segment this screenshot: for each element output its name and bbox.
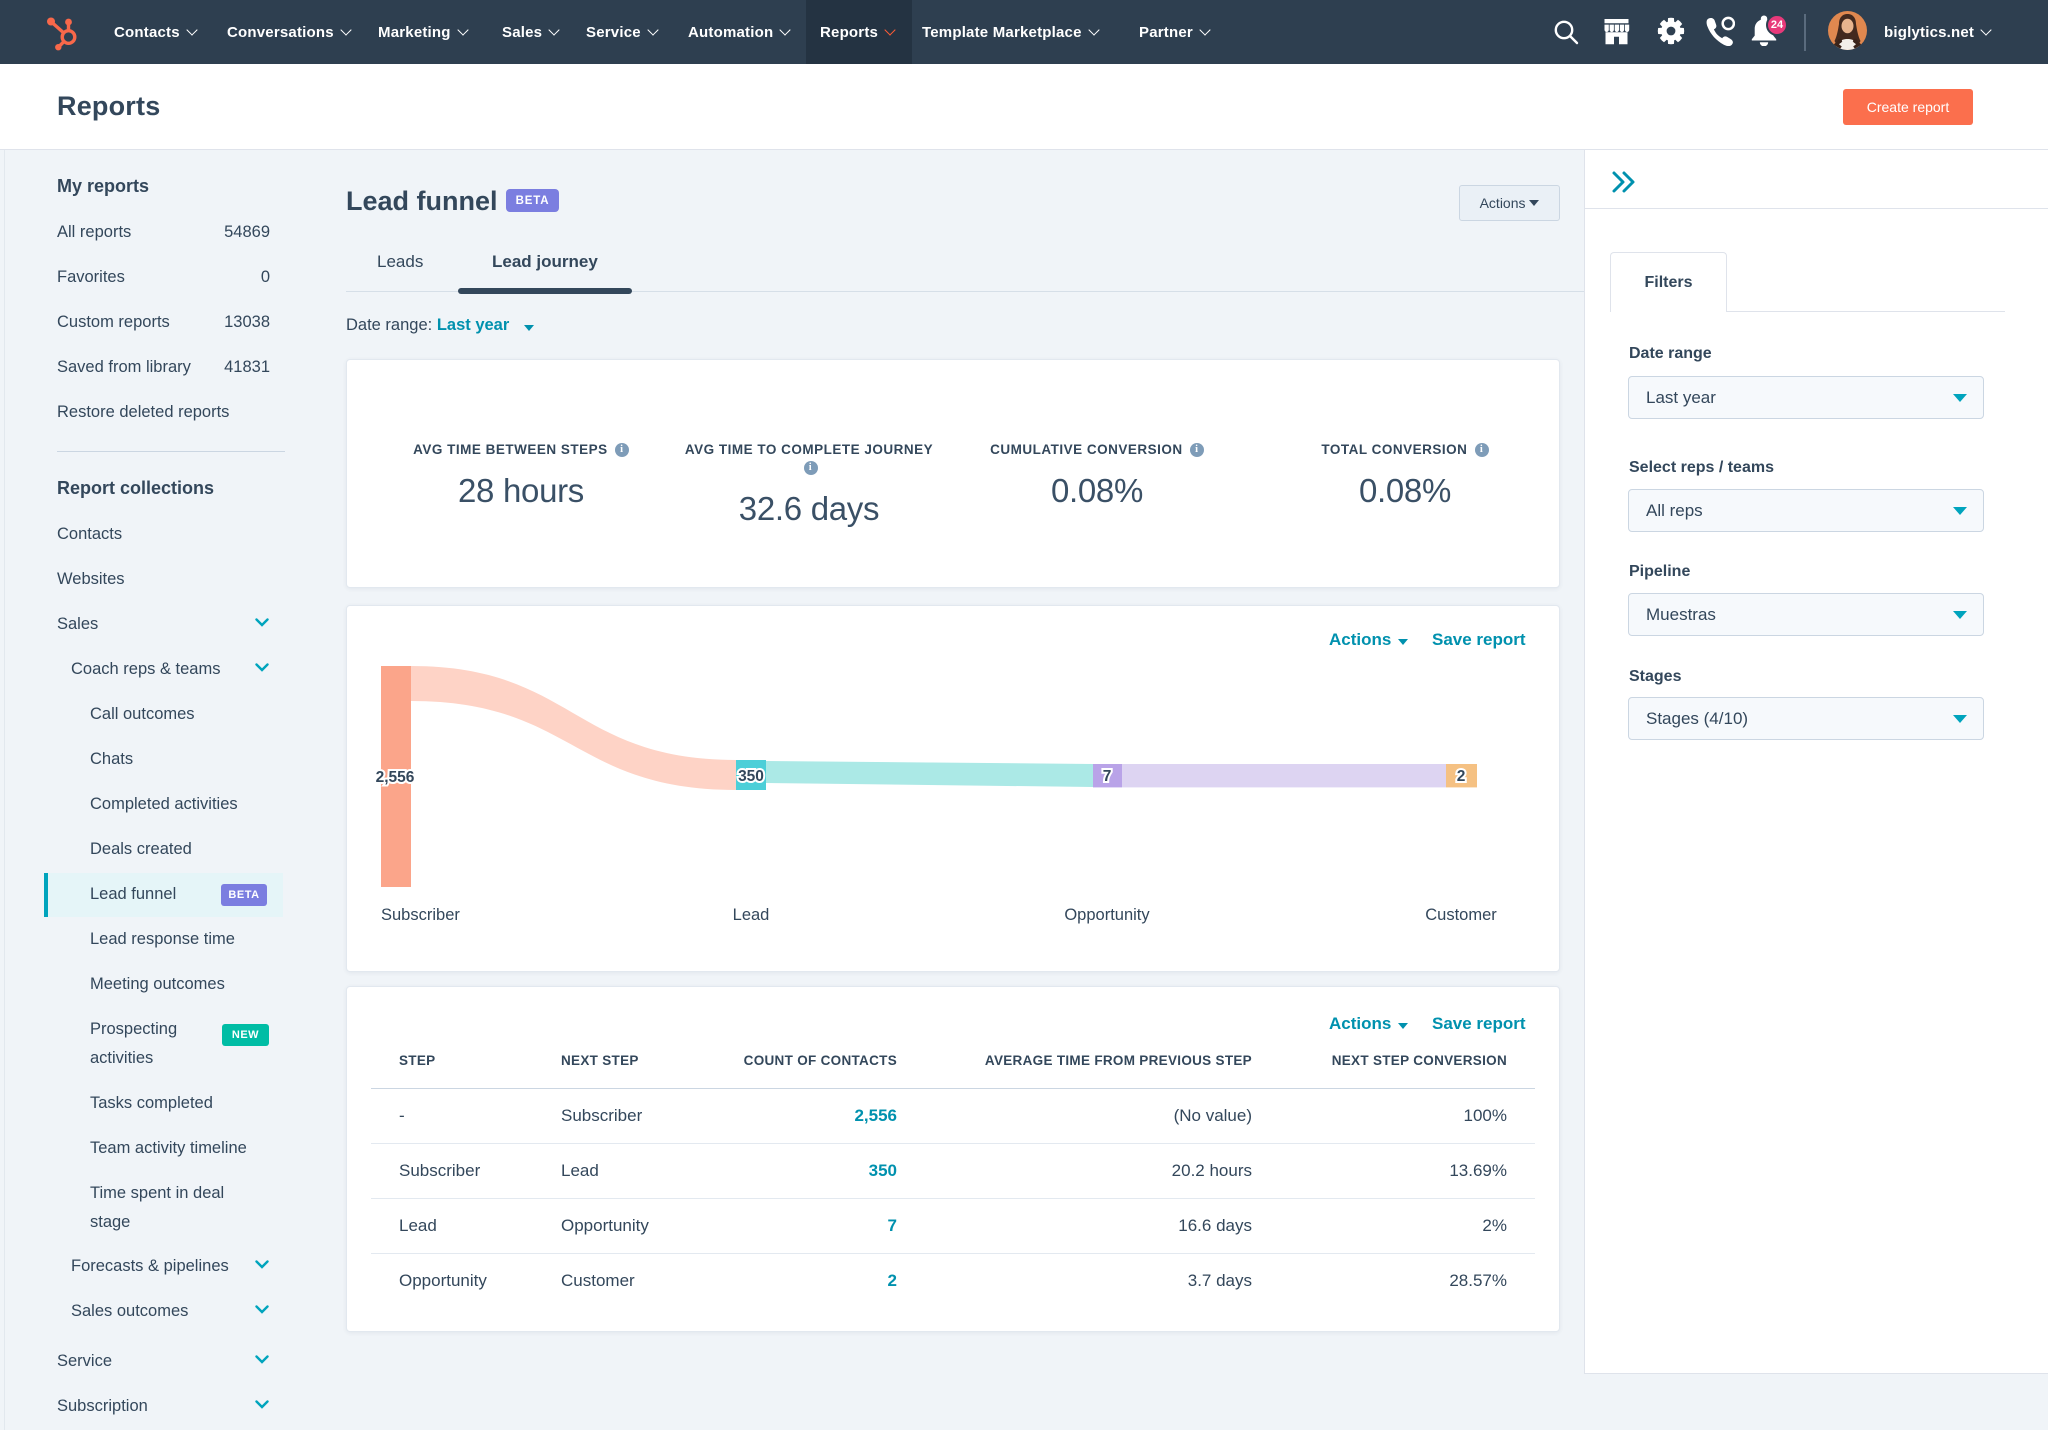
- svg-text:Lead: Lead: [733, 906, 770, 924]
- svg-text:Customer: Customer: [1425, 906, 1497, 924]
- svg-text:7: 7: [1103, 768, 1112, 785]
- svg-text:Subscriber: Subscriber: [381, 906, 460, 924]
- svg-text:Opportunity: Opportunity: [1064, 906, 1150, 924]
- svg-text:350: 350: [738, 768, 764, 785]
- svg-text:2,556: 2,556: [376, 769, 415, 786]
- svg-text:2: 2: [1457, 768, 1466, 785]
